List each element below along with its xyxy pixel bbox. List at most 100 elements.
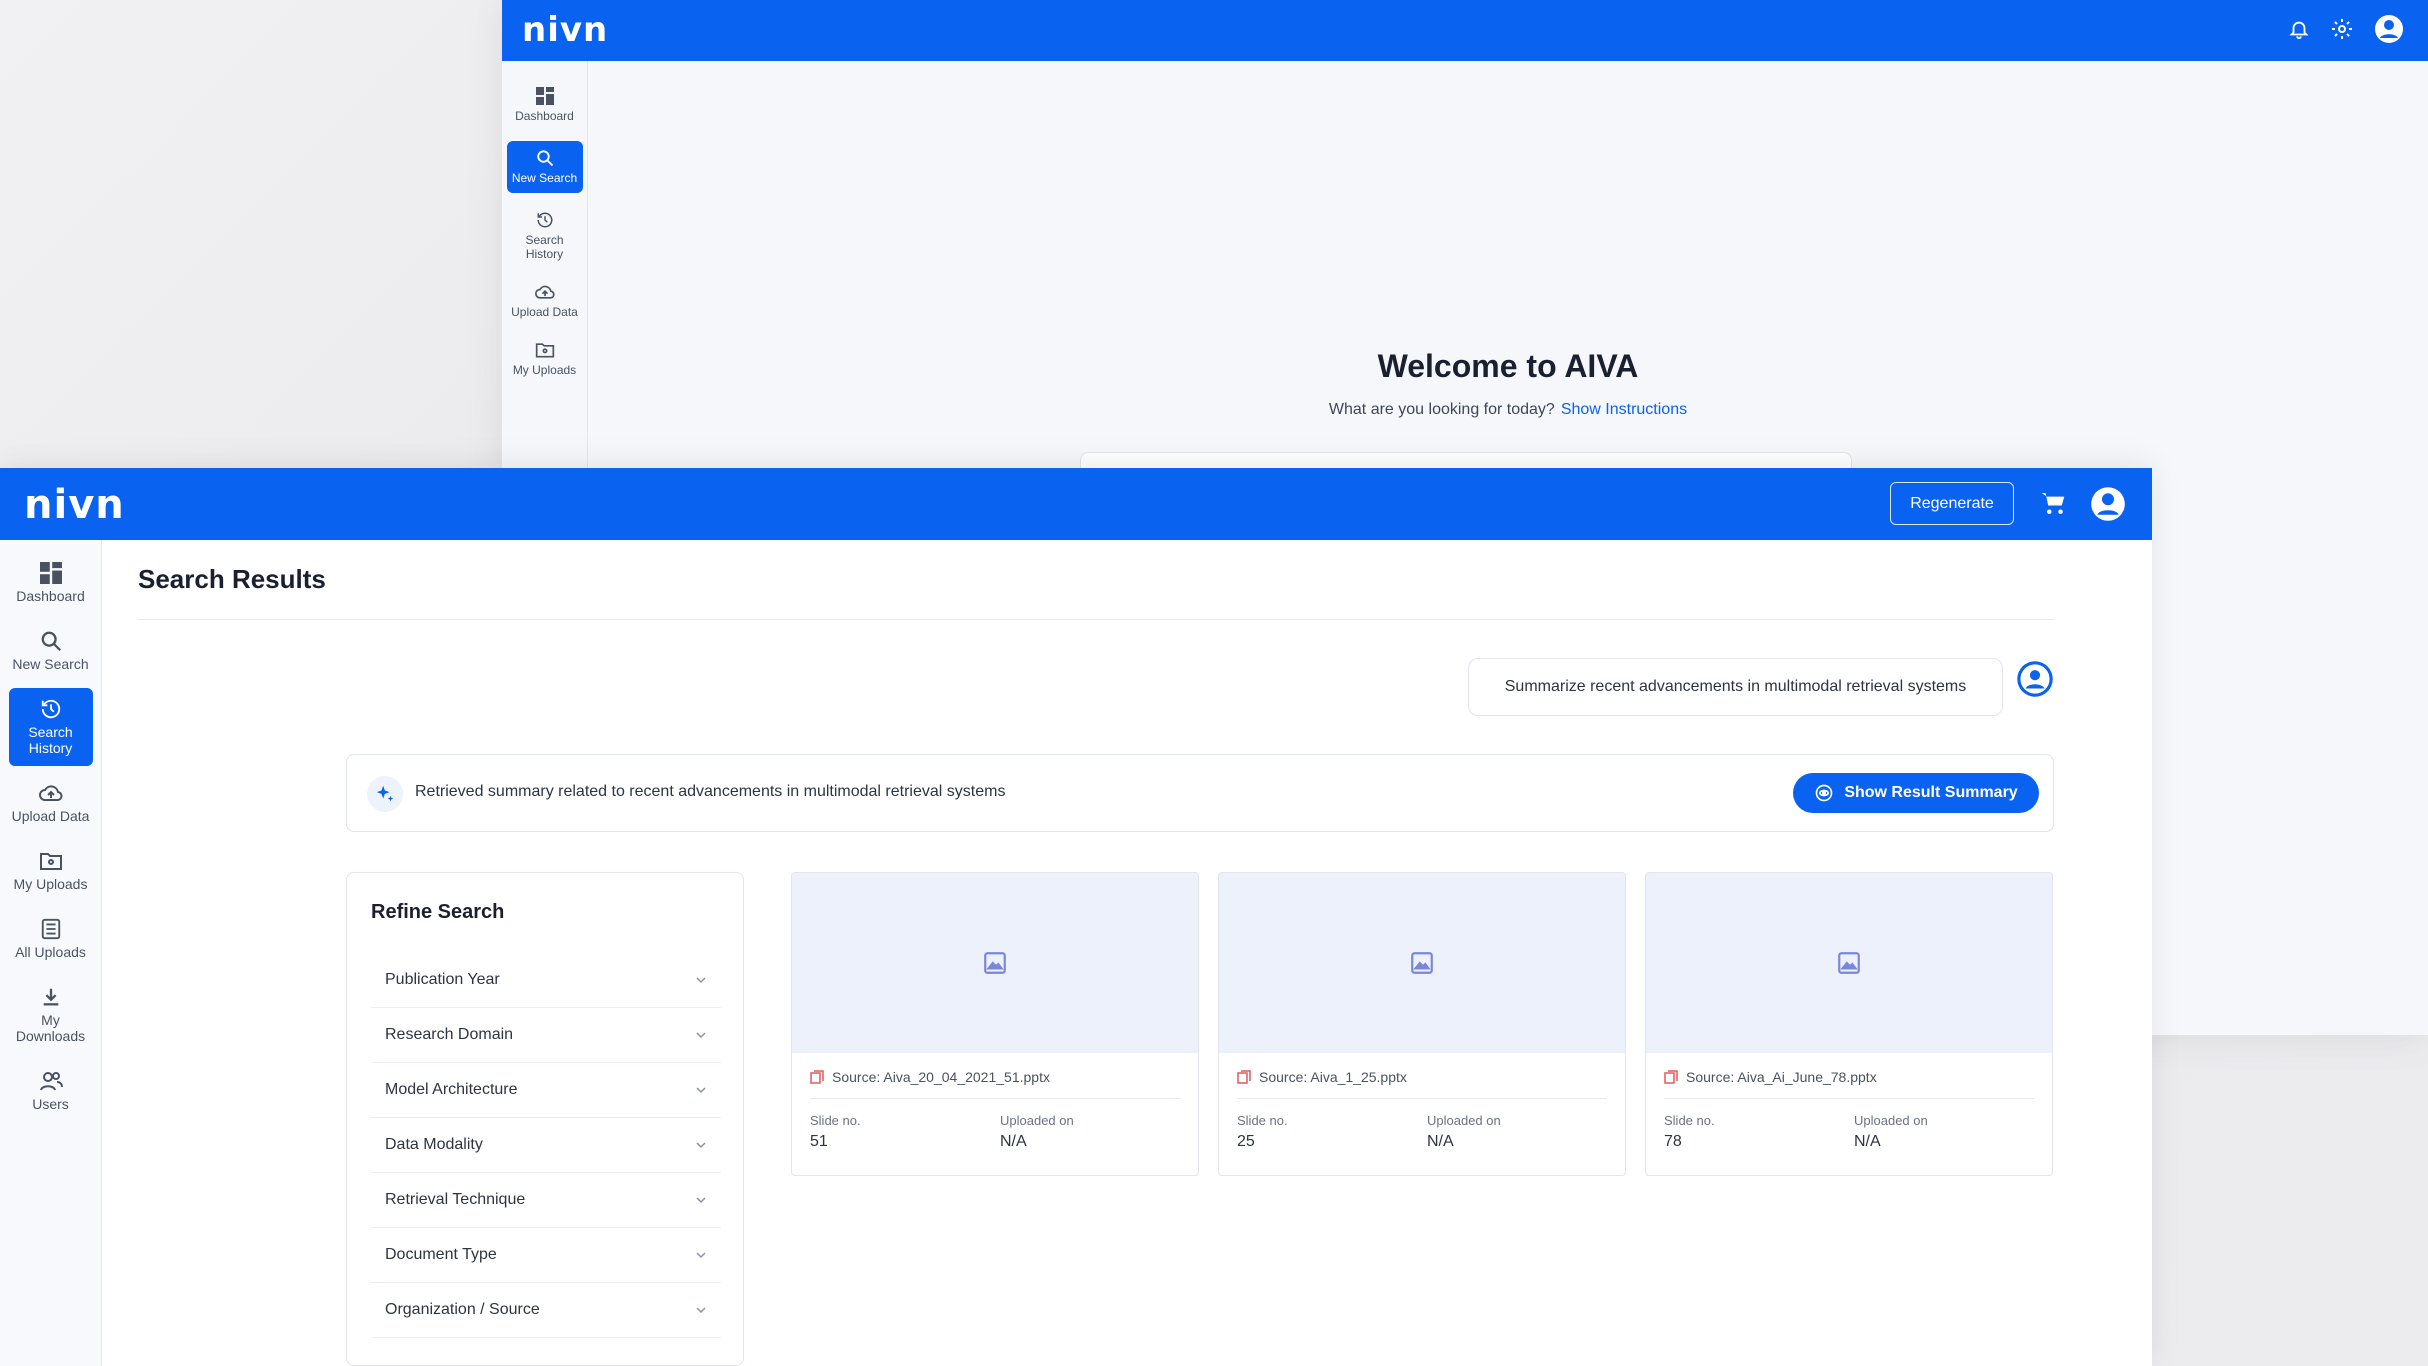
regenerate-button[interactable]: Regenerate — [1890, 482, 2014, 525]
slide-number: 51 — [810, 1133, 828, 1150]
sidebar-item-my-uploads[interactable]: My Uploads — [507, 333, 583, 385]
search-icon — [41, 631, 61, 651]
welcome-section: Welcome to AIVA What are you looking for… — [588, 348, 2428, 419]
history-icon — [41, 699, 60, 719]
sidebar-item-label: Dashboard — [515, 109, 574, 123]
show-result-summary-button[interactable]: Show Result Summary — [1793, 773, 2039, 813]
slide-number: 78 — [1664, 1133, 1682, 1150]
sidebar-item-label: Search History — [525, 233, 564, 261]
uploaded-label: Uploaded on — [1427, 1113, 1501, 1128]
sidebar-item-all-uploads[interactable]: All Uploads — [9, 908, 93, 970]
dashboard-icon — [535, 87, 554, 105]
welcome-subtitle: What are you looking for today? Show Inst… — [1328, 401, 1688, 418]
eye-icon — [1815, 784, 1833, 802]
sidebar-item-label: My Downloads — [15, 1012, 86, 1044]
source-name: Source: Aiva_Ai_June_78.pptx — [1686, 1069, 1877, 1085]
filter-retrieval-technique[interactable]: Retrieval Technique — [371, 1173, 721, 1228]
sidebar-item-my-downloads[interactable]: My Downloads — [9, 976, 93, 1054]
filter-document-type[interactable]: Document Type — [371, 1228, 721, 1283]
sidebar-item-label: Upload Data — [11, 808, 90, 824]
sidebar-item-label: Dashboard — [16, 588, 85, 604]
sidebar-item-new-search[interactable]: New Search — [9, 620, 93, 682]
filter-publication-year[interactable]: Publication Year — [371, 953, 721, 1008]
summary-bar: Retrieved summary related to recent adva… — [346, 754, 2054, 832]
result-card[interactable]: Source: Aiva_1_25.pptx Slide no. 25 Uplo… — [1218, 872, 1626, 1176]
uploaded-label: Uploaded on — [1854, 1113, 1928, 1128]
sidebar-item-label: My Uploads — [512, 363, 577, 377]
page-title: Search Results — [138, 564, 326, 594]
sidebar-item-new-search[interactable]: New Search — [506, 141, 583, 193]
divider — [138, 619, 2054, 620]
folder-icon — [535, 343, 554, 358]
slide-thumbnail[interactable] — [1646, 873, 2052, 1053]
sidebar-item-upload-data[interactable]: Upload Data — [507, 275, 583, 327]
sidebar-item-label: Users — [32, 1096, 69, 1112]
sidebar-item-dashboard[interactable]: Dashboard — [9, 552, 93, 614]
slide-label: Slide no. — [1237, 1113, 1288, 1128]
users-icon — [39, 1072, 63, 1091]
filter-organization-source[interactable]: Organization / Source — [371, 1283, 721, 1338]
user-query-bubble: Summarize recent advancements in multimo… — [1468, 658, 2003, 716]
uploaded-date: N/A — [1854, 1133, 1881, 1150]
filter-data-modality[interactable]: Data Modality — [371, 1118, 721, 1173]
slide-label: Slide no. — [810, 1113, 861, 1128]
sidebar-item-label: New Search — [511, 171, 578, 185]
sparkle-icon — [367, 776, 403, 812]
gear-icon[interactable] — [2330, 17, 2354, 41]
search-icon — [536, 150, 553, 167]
history-icon — [537, 212, 552, 228]
slide-thumbnail[interactable] — [1219, 873, 1625, 1053]
image-placeholder-icon — [1838, 952, 1860, 974]
result-card[interactable]: Source: Aiva_20_04_2021_51.pptx Slide no… — [791, 872, 1199, 1176]
sidebar-item-dashboard[interactable]: Dashboard — [507, 79, 583, 131]
slide-number: 25 — [1237, 1133, 1255, 1150]
slide-thumbnail[interactable] — [792, 873, 1198, 1053]
chevron-down-icon — [696, 1087, 706, 1094]
app-logo[interactable]: nivn — [24, 482, 125, 528]
chevron-down-icon — [696, 1032, 706, 1039]
slide-label: Slide no. — [1664, 1113, 1715, 1128]
dashboard-icon — [39, 562, 62, 584]
show-instructions-link[interactable]: Show Instructions — [1561, 401, 1687, 418]
sidebar-item-my-uploads[interactable]: My Uploads — [9, 840, 93, 902]
chevron-down-icon — [696, 1142, 706, 1149]
uploaded-date: N/A — [1427, 1133, 1454, 1150]
avatar-icon[interactable] — [2374, 14, 2404, 44]
sidebar-item-label: Upload Data — [511, 305, 578, 319]
chevron-down-icon — [696, 1307, 706, 1314]
app-logo[interactable]: nivn — [522, 10, 608, 50]
refine-title: Refine Search — [371, 901, 505, 923]
sidebar-item-label: Search History — [28, 724, 73, 756]
bell-icon[interactable] — [2288, 18, 2310, 40]
source-name: Source: Aiva_20_04_2021_51.pptx — [832, 1069, 1050, 1085]
sidebar-item-label: My Uploads — [13, 876, 88, 892]
chevron-down-icon — [696, 977, 706, 984]
image-placeholder-icon — [1411, 952, 1433, 974]
folder-icon — [39, 853, 62, 870]
sidebar-item-label: All Uploads — [15, 944, 86, 960]
sidebar-item-search-history[interactable]: Search History — [8, 688, 93, 766]
file-icon — [1237, 1070, 1251, 1084]
sidebar-item-users[interactable]: Users — [9, 1060, 93, 1122]
file-icon — [810, 1070, 824, 1084]
refine-search-panel: Refine Search Publication Year Research … — [346, 872, 744, 1366]
filter-research-domain[interactable]: Research Domain — [371, 1008, 721, 1063]
avatar-icon[interactable] — [2090, 486, 2126, 522]
summary-text: Retrieved summary related to recent adva… — [415, 783, 1006, 800]
sidebar-item-upload-data[interactable]: Upload Data — [9, 772, 93, 834]
download-icon — [43, 988, 58, 1006]
filter-model-architecture[interactable]: Model Architecture — [371, 1063, 721, 1118]
file-icon — [1664, 1070, 1678, 1084]
result-card[interactable]: Source: Aiva_Ai_June_78.pptx Slide no. 7… — [1645, 872, 2053, 1176]
sidebar-item-search-history[interactable]: Search History — [507, 203, 583, 269]
chevron-down-icon — [696, 1197, 706, 1204]
user-avatar-icon — [2017, 661, 2053, 697]
cart-icon[interactable] — [2038, 488, 2068, 518]
foreground-window: nivn Regenerate Dashboard New Search Sea… — [0, 468, 2152, 1366]
upload-cloud-icon — [534, 285, 555, 299]
uploaded-label: Uploaded on — [1000, 1113, 1074, 1128]
filter-list: Publication Year Research Domain Model A… — [371, 953, 721, 1338]
chevron-down-icon — [696, 1252, 706, 1259]
list-icon — [41, 918, 60, 940]
top-bar: nivn — [502, 0, 2428, 61]
